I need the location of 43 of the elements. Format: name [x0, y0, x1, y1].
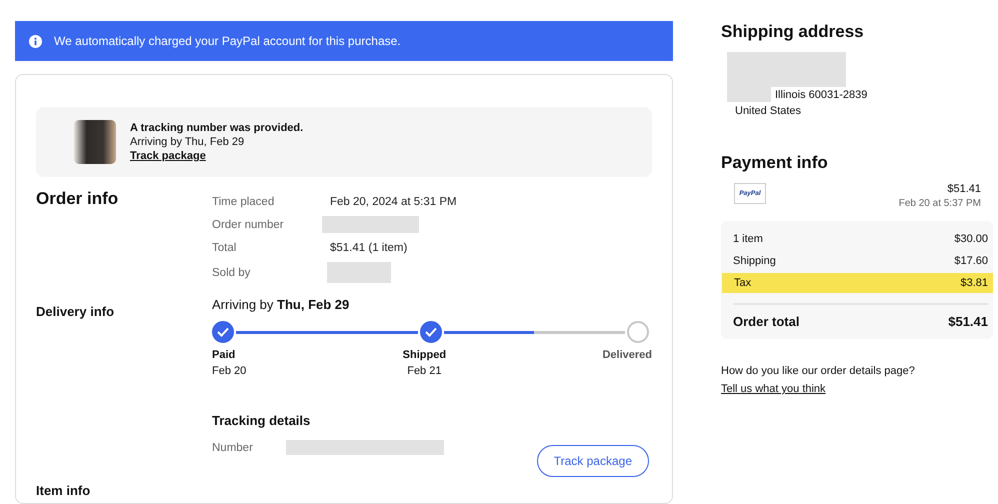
- info-label: Number: [212, 442, 254, 454]
- summary-value: $17.60: [954, 255, 988, 267]
- summary-label: Shipping: [733, 255, 776, 267]
- info-label: Sold by: [212, 266, 252, 278]
- section-heading: Shipping address: [721, 22, 865, 42]
- info-value: $51.41 (1 item): [330, 242, 408, 254]
- track-package-link[interactable]: Track package: [130, 150, 304, 162]
- photo-placeholder: [74, 120, 116, 164]
- notice-title: A tracking number was provided.: [130, 122, 304, 134]
- step-label: Shipped: [402, 349, 446, 361]
- check-icon: [424, 327, 436, 337]
- arrival-text: Arriving by Thu, Feb 29: [212, 297, 350, 312]
- step-label: Paid: [212, 349, 236, 361]
- summary-label: 1 item: [733, 233, 763, 245]
- banner-text: We automatically charged your PayPal account for this purchase.: [54, 34, 401, 48]
- redacted-block: [327, 262, 391, 283]
- tracking-heading: Tracking details: [212, 413, 312, 428]
- step-date: Feb 20: [212, 365, 246, 377]
- info-label: Total: [212, 242, 238, 254]
- check-icon: [217, 327, 229, 337]
- feedback-question: How do you like our order details page?: [721, 365, 916, 377]
- info-label: Order number: [212, 218, 285, 230]
- info-value: Feb 20, 2024 at 5:31 PM: [330, 196, 458, 208]
- summary-label: Tax: [734, 277, 752, 289]
- payment-date: Feb 20 at 5:37 PM: [898, 198, 981, 209]
- step-date: Feb 21: [407, 365, 442, 377]
- info-label: Time placed: [212, 196, 276, 208]
- info-icon: [29, 34, 42, 48]
- total-value: $51.41: [948, 314, 988, 329]
- payment-amount: $51.41: [947, 183, 981, 195]
- track-package-button[interactable]: Track package: [536, 445, 649, 477]
- summary-value: $30.00: [954, 233, 988, 245]
- total-label: Order total: [733, 314, 800, 329]
- step-label: Delivered: [602, 349, 652, 361]
- address-line: Illinois 60031-2839: [775, 88, 868, 100]
- section-heading: Delivery info: [36, 303, 116, 321]
- feedback-link[interactable]: Tell us what you think: [721, 383, 826, 395]
- notice-subtitle: Arriving by Thu, Feb 29: [130, 136, 246, 148]
- section-heading: Order info: [36, 189, 120, 210]
- section-heading: Payment info: [721, 153, 829, 173]
- section-heading: Item info: [36, 483, 92, 498]
- summary-value: $3.81: [960, 277, 988, 289]
- address-country: United States: [735, 105, 802, 117]
